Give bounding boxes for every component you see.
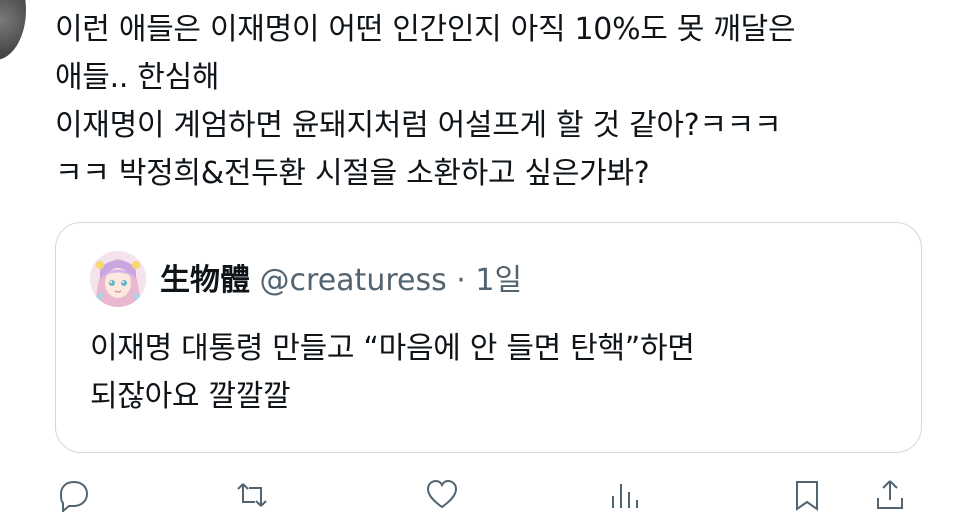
reply-button[interactable]: [57, 478, 91, 512]
header-separator: ·: [456, 263, 466, 298]
heart-icon: [426, 479, 458, 509]
quoted-author-name[interactable]: 生物體: [160, 263, 250, 298]
bookmark-icon: [796, 481, 818, 511]
share-icon: [877, 480, 903, 509]
quoted-tweet-time[interactable]: 1일: [475, 263, 522, 298]
quoted-text-line: 이재명 대통령 만들고 “마음에 안 들면 탄핵”하면: [90, 331, 695, 366]
retweet-button[interactable]: [235, 478, 269, 508]
author-avatar[interactable]: [0, 0, 26, 60]
quoted-tweet-card[interactable]: 生物體 @creaturess · 1일 이재명 대통령 만들고 “마음에 안 …: [55, 222, 922, 453]
views-button[interactable]: [607, 478, 641, 508]
quoted-text-line: 되잖아요 깔깔깔: [90, 379, 291, 414]
reply-icon: [59, 480, 89, 512]
tweet-action-bar: [55, 478, 915, 518]
quoted-tweet-header: 生物體 @creaturess · 1일: [160, 261, 522, 301]
quoted-author-avatar[interactable]: [90, 251, 146, 307]
bookmark-button[interactable]: [790, 478, 824, 511]
quoted-author-handle[interactable]: @creaturess: [260, 263, 447, 298]
like-button[interactable]: [425, 478, 459, 509]
tweet-text: 이런 애들은 이재명이 어떤 인간인지 아직 10%도 못 깨달은 애들.. 한…: [55, 6, 945, 198]
views-icon: [612, 484, 638, 508]
anime-avatar-icon: [90, 251, 146, 307]
share-button[interactable]: [873, 478, 907, 509]
tweet-text-line: 애들.. 한심해: [55, 60, 220, 95]
tweet-text-line: ㅋㅋ 박정희&전두환 시절을 소환하고 싶은가봐?: [55, 156, 650, 191]
retweet-icon: [237, 483, 267, 507]
tweet-text-line: 이재명이 계엄하면 윤돼지처럼 어설프게 할 것 같아?ㅋㅋㅋ: [55, 108, 782, 143]
tweet-text-line: 이런 애들은 이재명이 어떤 인간인지 아직 10%도 못 깨달은: [55, 12, 796, 47]
quoted-tweet-text: 이재명 대통령 만들고 “마음에 안 들면 탄핵”하면 되잖아요 깔깔깔: [90, 325, 900, 421]
